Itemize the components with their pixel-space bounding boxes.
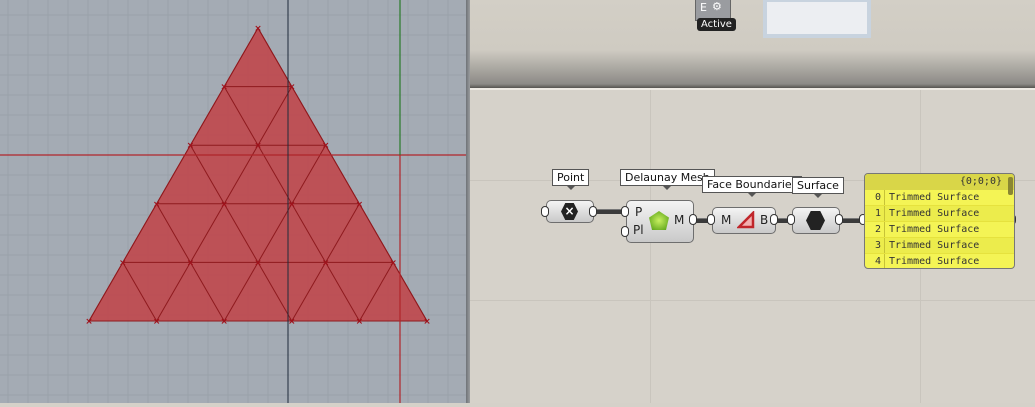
- point-marker: ×: [220, 83, 228, 93]
- face-boundary-icon: [737, 211, 755, 229]
- panel[interactable]: {0;0;0} 0 Trimmed Surface 1 Trimmed Surface…: [864, 173, 1015, 269]
- input-m: M: [721, 213, 732, 227]
- point-icon: ×: [561, 203, 578, 220]
- row-index: 4: [865, 254, 885, 268]
- point-marker: ×: [153, 200, 161, 210]
- point-marker: ×: [85, 317, 93, 327]
- point-marker: ×: [288, 83, 296, 93]
- input-pl: Pl: [633, 223, 644, 237]
- point-marker: ×: [423, 317, 431, 327]
- point-marker: ×: [356, 317, 364, 327]
- point-marker: ×: [389, 258, 397, 268]
- surface-icon: [806, 211, 825, 230]
- point-marker: ×: [119, 258, 127, 268]
- point-marker: ×: [322, 258, 330, 268]
- panel-row: 0 Trimmed Surface: [865, 190, 1014, 206]
- face-boundaries-label: Face Boundaries: [702, 176, 803, 197]
- point-input-port[interactable]: [541, 206, 549, 217]
- point-marker: ×: [187, 258, 195, 268]
- status-badge: Active: [697, 18, 736, 31]
- point-marker: ×: [288, 200, 296, 210]
- point-marker: ×: [254, 258, 262, 268]
- point-component[interactable]: ×: [546, 200, 594, 223]
- active-input-label: E: [700, 1, 707, 14]
- row-value: Trimmed Surface: [889, 192, 980, 203]
- point-marker: ×: [187, 141, 195, 151]
- point-marker: ×: [322, 141, 330, 151]
- point-label: Point: [552, 169, 590, 190]
- canvas-toolbar-shadow: E ⚙ Active: [470, 0, 1035, 88]
- panel-row: 3 Trimmed Surface: [865, 238, 1014, 254]
- component-icon: ⚙: [712, 0, 722, 13]
- row-index: 1: [865, 206, 885, 221]
- panel-row: 1 Trimmed Surface: [865, 206, 1014, 222]
- row-index: 2: [865, 222, 885, 237]
- row-value: Trimmed Surface: [889, 224, 980, 235]
- point-marker: ×: [288, 317, 296, 327]
- panel-row: 2 Trimmed Surface: [865, 222, 1014, 238]
- output-m: M: [674, 213, 685, 227]
- output-port[interactable]: [770, 214, 778, 225]
- delaunay-mesh-component[interactable]: P Pl M: [626, 200, 694, 243]
- row-index: 3: [865, 238, 885, 253]
- rhino-viewport[interactable]: × × × × × × × × × × × × × × × × × × × × ×: [0, 0, 466, 403]
- viewport-scene: × × × × × × × × × × × × × × × × × × × × ×: [0, 0, 466, 403]
- canvas-widget[interactable]: [763, 0, 871, 38]
- input-port[interactable]: [707, 214, 715, 225]
- input-port[interactable]: [787, 214, 795, 225]
- row-value: Trimmed Surface: [889, 208, 980, 219]
- row-value: Trimmed Surface: [889, 256, 980, 267]
- surface-component[interactable]: [792, 207, 840, 234]
- point-marker: ×: [220, 317, 228, 327]
- face-boundaries-component[interactable]: M B: [712, 207, 776, 234]
- point-marker: ×: [254, 141, 262, 151]
- row-index: 0: [865, 190, 885, 205]
- output-b: B: [760, 213, 769, 227]
- output-port[interactable]: [689, 214, 697, 225]
- input-port[interactable]: [621, 206, 629, 217]
- point-marker: ×: [220, 200, 228, 210]
- output-port[interactable]: [835, 214, 843, 225]
- point-marker: ×: [356, 200, 364, 210]
- panel-path: {0;0;0}: [865, 174, 1014, 190]
- panel-row: 4 Trimmed Surface: [865, 254, 1014, 268]
- mesh-icon: [649, 211, 669, 230]
- row-value: Trimmed Surface: [889, 240, 980, 251]
- panel-scrollbar[interactable]: [1008, 177, 1013, 195]
- point-output-port[interactable]: [589, 206, 597, 217]
- point-marker: ×: [153, 317, 161, 327]
- delaunay-label: Delaunay Mesh: [620, 169, 715, 190]
- input-port[interactable]: [621, 226, 629, 237]
- point-marker: ×: [254, 24, 262, 34]
- surface-label: Surface: [792, 177, 844, 198]
- input-p: P: [635, 205, 643, 219]
